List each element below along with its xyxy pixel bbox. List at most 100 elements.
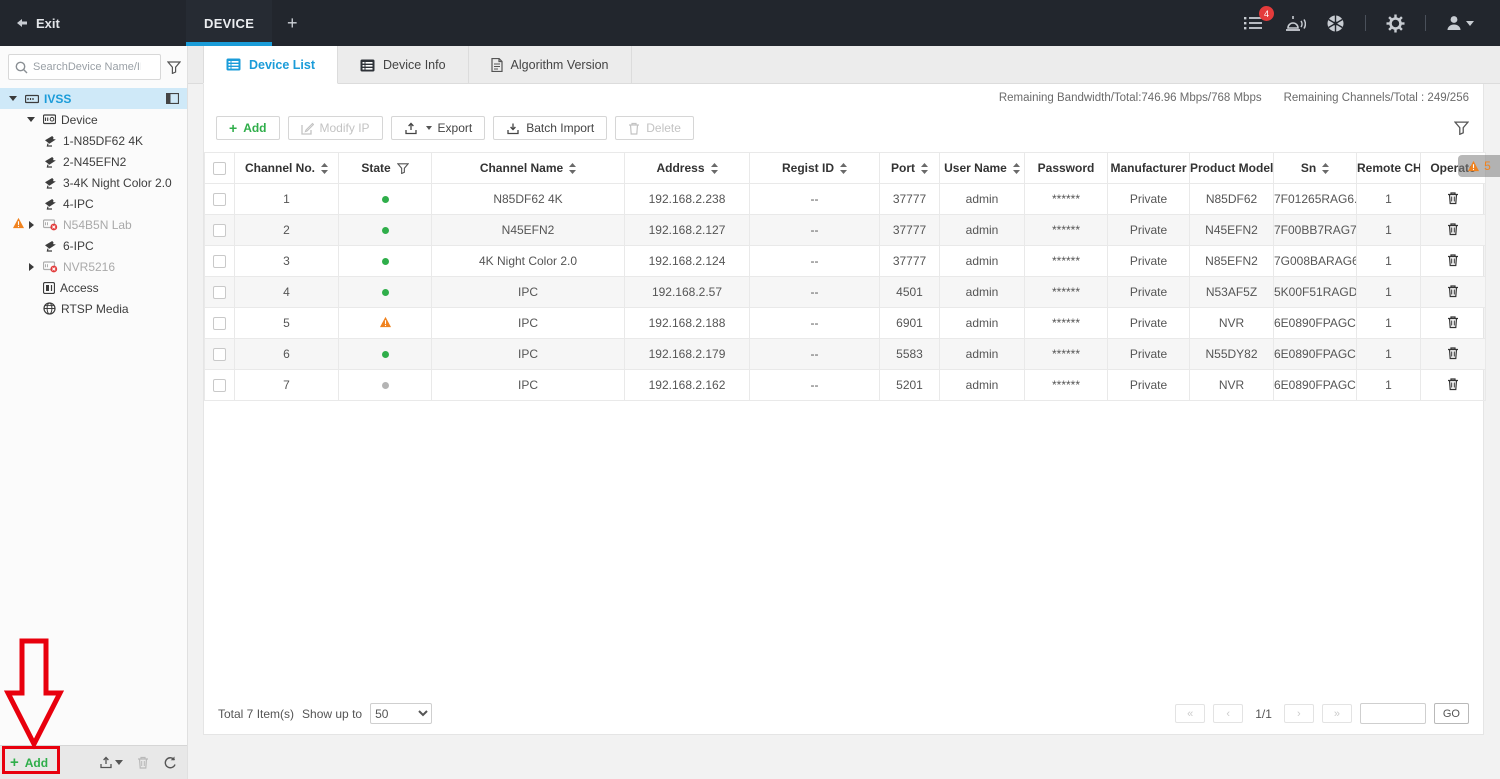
sidebar-add-button[interactable]: + Add [10,754,48,771]
tree-expander-down[interactable] [24,117,38,122]
delete-row-button[interactable] [1447,315,1459,329]
cell-channel-no: 4 [234,276,339,308]
cell-regist-id: -- [749,214,880,246]
sort-icon[interactable] [921,162,928,174]
batch-import-button[interactable]: Batch Import [493,116,608,140]
state-cell [338,276,432,308]
device-window-tab[interactable]: DEVICE [186,0,273,46]
delete-button[interactable]: Delete [615,116,694,140]
tree-expander-right[interactable] [24,221,38,229]
column-filter-icon[interactable] [1454,121,1469,135]
user-menu-button[interactable] [1446,15,1474,31]
go-button[interactable]: GO [1433,703,1469,724]
cell-user-name: admin [939,183,1025,215]
tree-filter-icon[interactable] [167,60,181,74]
sort-icon[interactable] [1012,162,1020,174]
maintain-button[interactable] [1326,14,1345,33]
alarm-siren-button[interactable] [1284,15,1306,32]
device-tree-sidebar: IVSS Device 1-N85DF62 4K 2-N45EFN2 3-4K Nigh… [0,46,188,779]
column-header-channel-name[interactable]: Channel Name [431,152,625,184]
sort-icon[interactable] [1322,162,1330,174]
tree-item-6-ipc[interactable]: 6-IPC [0,235,187,256]
column-header-state[interactable]: State [338,152,432,184]
tree-item-ivss[interactable]: IVSS [0,88,187,109]
operate-cell [1420,245,1486,277]
row-checkbox[interactable] [213,286,226,300]
tree-item-4-ipc[interactable]: 4-IPC [0,193,187,214]
tree-item-1-n85df62-4k[interactable]: 1-N85DF62 4K [0,130,187,151]
tree-item-nvr5216[interactable]: NVR5216 [0,256,187,277]
export-button[interactable]: Export [390,116,486,140]
event-list-button[interactable]: 4 [1244,6,1274,31]
tree-item-device[interactable]: Device [0,109,187,130]
column-header-address[interactable]: Address [624,152,750,184]
cell-sn: 7F01265RAG6... [1273,183,1357,215]
delete-row-button[interactable] [1447,346,1459,360]
select-all-checkbox[interactable] [213,162,226,176]
column-header-port[interactable]: Port [879,152,940,184]
tree-item-2-n45efn2[interactable]: 2-N45EFN2 [0,151,187,172]
table-row: 3 4K Night Color 2.0 192.168.2.124 -- 37777 a… [204,245,1486,277]
modify-ip-button[interactable]: Modify IP [287,116,383,140]
cell-user-name: admin [939,369,1025,401]
tree-item-3-4k-night-color-2-0[interactable]: 3-4K Night Color 2.0 [0,172,187,193]
column-header-user-name[interactable]: User Name [939,152,1025,184]
refresh-icon[interactable] [163,756,177,769]
column-header-sn[interactable]: Sn [1273,152,1357,184]
panel-toggle-icon[interactable] [166,93,179,104]
column-label: Address [656,161,705,175]
sort-icon[interactable] [569,162,577,174]
sort-icon[interactable] [321,162,328,174]
last-page-button[interactable]: » [1321,704,1352,723]
tab-device-list[interactable]: Device List [203,46,339,84]
row-checkbox[interactable] [213,379,226,393]
cell-remote-ch: 1 [1356,276,1421,308]
delete-row-button[interactable] [1447,222,1459,236]
row-checkbox[interactable] [213,348,226,362]
column-header-channel-no[interactable]: Channel No. [234,152,339,184]
delete-row-button[interactable] [1447,191,1459,205]
sidebar-delete-icon[interactable] [137,756,149,769]
tree-item-access[interactable]: Access [0,277,187,298]
tree-item-label: Access [60,280,99,295]
first-page-button[interactable]: « [1175,704,1206,723]
tree-item-rtsp-media[interactable]: RTSP Media [0,298,187,319]
cell-user-name: admin [939,307,1025,339]
add-device-button[interactable]: + Add [216,116,280,140]
device-tree: IVSS Device 1-N85DF62 4K 2-N45EFN2 3-4K Nigh… [0,88,187,745]
search-input[interactable] [33,61,141,73]
alarm-siren-icon [1286,15,1306,31]
tree-expander-right[interactable] [24,263,38,271]
cell-manufacturer: Private [1107,369,1190,401]
sort-icon[interactable] [710,162,718,174]
sort-icon[interactable] [840,162,847,174]
column-label: Manufacturer [1110,161,1187,175]
row-checkbox[interactable] [213,193,226,207]
row-checkbox[interactable] [213,255,226,269]
tab-device-info[interactable]: Device Info [338,46,469,84]
delete-row-button[interactable] [1447,284,1459,298]
page-size-select[interactable]: 50 [370,703,433,724]
filter-icon[interactable] [396,162,409,174]
tree-expander-down[interactable] [6,96,20,101]
next-page-button[interactable]: › [1283,704,1314,723]
cell-port: 37777 [879,214,940,246]
cell-regist-id: -- [749,276,880,308]
tree-item-n54b5n-lab[interactable]: N54B5N Lab [0,214,187,235]
show-up-to-label: Show up to [302,706,363,721]
tab-algorithm-version[interactable]: Algorithm Version [469,46,632,84]
goto-page-input[interactable] [1359,703,1426,724]
settings-button[interactable] [1386,14,1405,33]
error-device-drawer-tab[interactable]: 5 [1458,155,1500,177]
exit-button[interactable]: Exit [0,16,186,31]
sidebar-export-button[interactable] [99,756,123,769]
cell-remote-ch: 1 [1356,369,1421,401]
delete-row-button[interactable] [1447,253,1459,267]
prev-page-button[interactable]: ‹ [1213,704,1244,723]
row-checkbox[interactable] [213,317,226,331]
new-window-tab-button[interactable]: + [272,0,312,46]
capacity-info: Remaining Bandwidth/Total:746.96 Mbps/76… [999,92,1469,104]
row-checkbox[interactable] [213,224,226,238]
delete-row-button[interactable] [1447,377,1459,391]
column-header-regist-id[interactable]: Regist ID [749,152,880,184]
